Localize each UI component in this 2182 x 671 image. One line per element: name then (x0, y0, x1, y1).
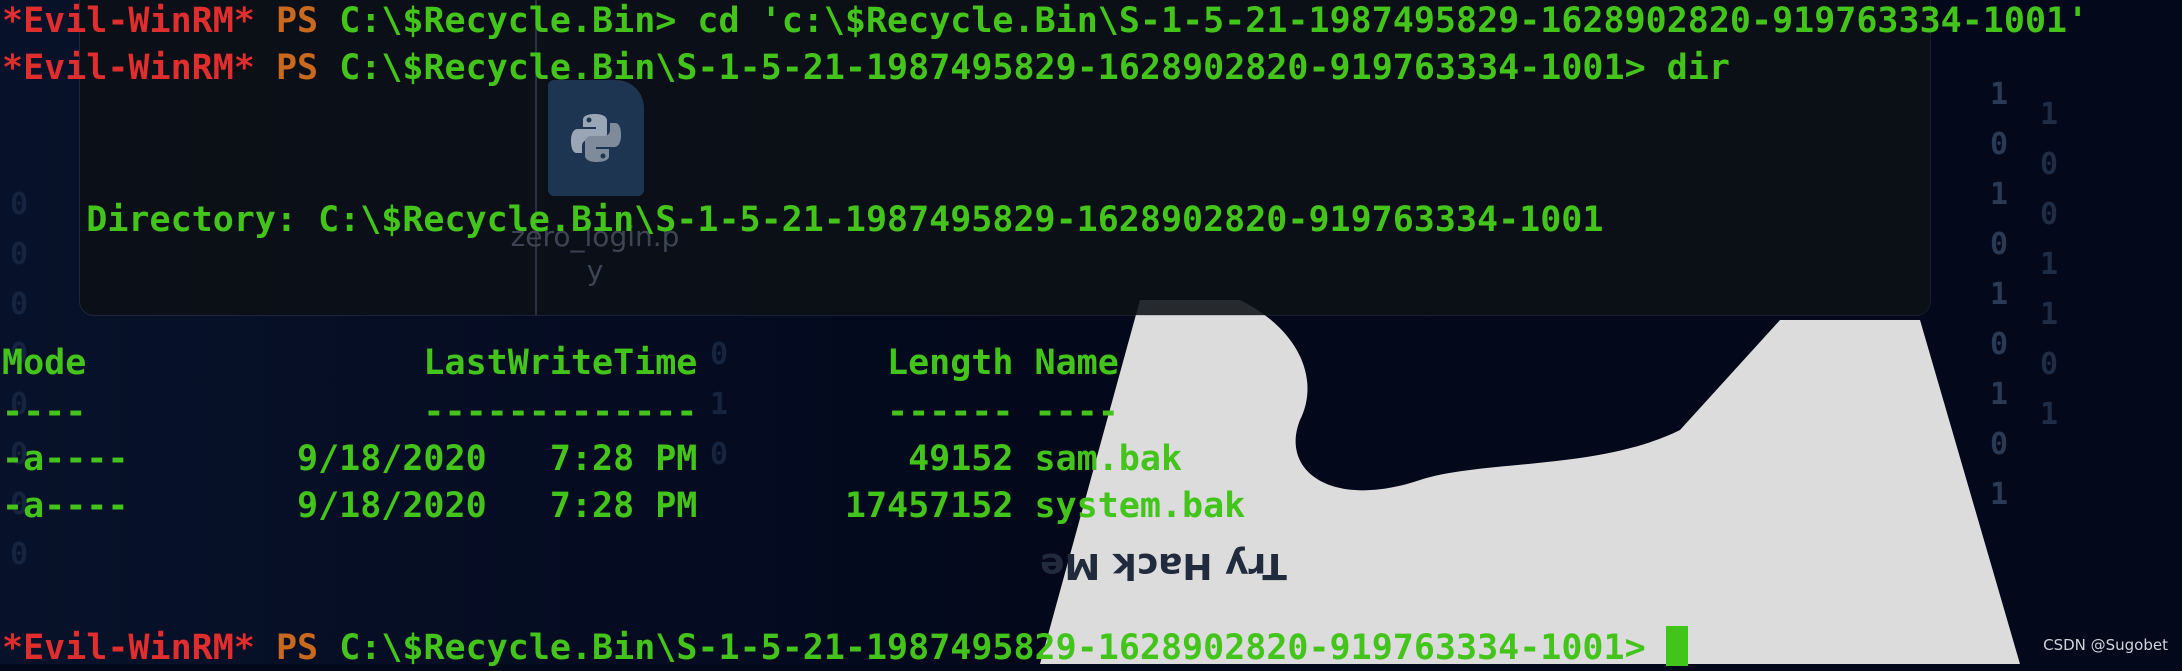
prompt-path: C:\$Recycle.Bin> (339, 1, 677, 41)
directory-line: Directory: C:\$Recycle.Bin\S-1-5-21-1987… (2, 200, 1604, 240)
table-row: -a---- 9/18/2020 7:28 PM 17457152 system… (2, 486, 1246, 526)
prompt-path: C:\$Recycle.Bin\S-1-5-21-1987495829-1628… (339, 48, 1646, 88)
terminal-line-prompt[interactable]: *Evil-WinRM* PS C:\$Recycle.Bin\S-1-5-21… (2, 625, 1688, 671)
prompt-ps: PS (275, 628, 319, 668)
command-text: cd 'c:\$Recycle.Bin\S-1-5-21-1987495829-… (676, 1, 2089, 41)
terminal-line-2: *Evil-WinRM* PS C:\$Recycle.Bin\S-1-5-21… (2, 45, 1730, 91)
prompt-ps: PS (275, 1, 319, 41)
text-cursor (1665, 626, 1688, 666)
table-row: -a---- 9/18/2020 7:28 PM 49152 sam.bak (2, 439, 1183, 479)
command-text: dir (1645, 48, 1730, 88)
table-header: Mode LastWriteTime Length Name (2, 343, 1119, 383)
prompt-tag: *Evil-WinRM* (2, 628, 255, 668)
terminal-line-1: *Evil-WinRM* PS C:\$Recycle.Bin> cd 'c:\… (2, 0, 2088, 44)
prompt-tag: *Evil-WinRM* (2, 1, 255, 41)
terminal-output: *Evil-WinRM* PS C:\$Recycle.Bin> cd 'c:\… (0, 0, 2182, 668)
prompt-ps: PS (275, 48, 319, 88)
prompt-path: C:\$Recycle.Bin\S-1-5-21-1987495829-1628… (339, 628, 1646, 668)
credit-watermark: CSDN @Sugobet (2043, 636, 2168, 654)
table-separator: ---- ------------- ------ ---- (2, 392, 1119, 432)
prompt-tag: *Evil-WinRM* (2, 48, 255, 88)
